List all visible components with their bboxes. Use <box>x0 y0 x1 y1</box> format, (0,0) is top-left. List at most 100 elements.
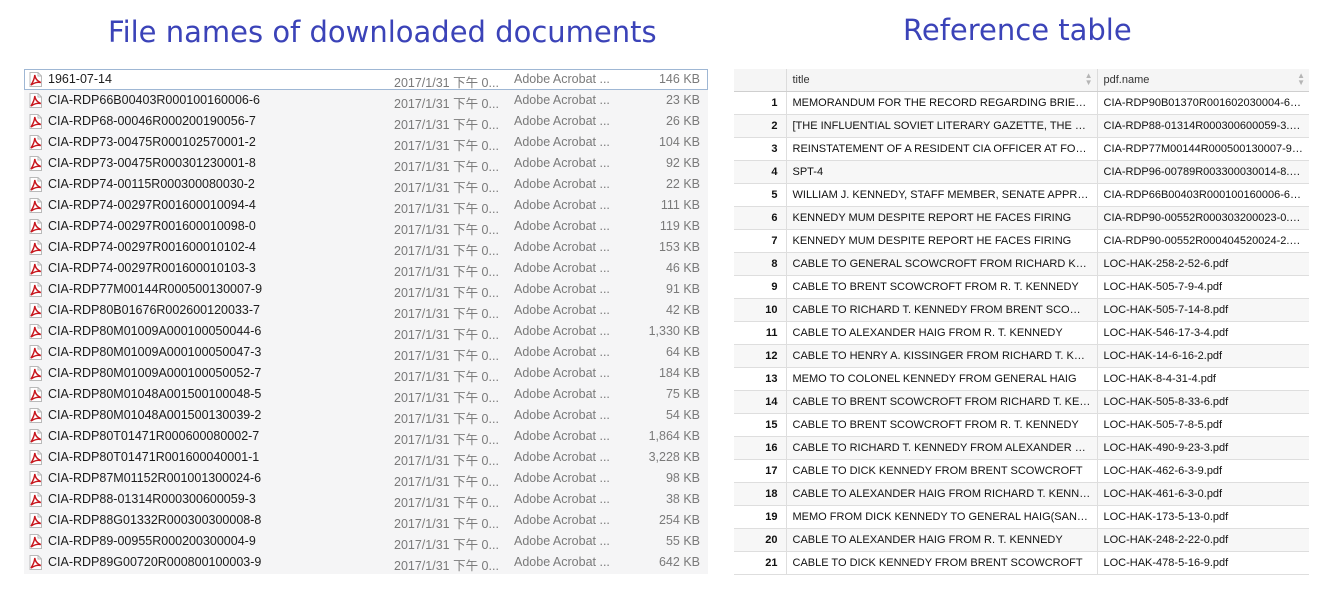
file-type: Adobe Acrobat ... <box>514 219 610 233</box>
row-number: 17 <box>734 459 786 483</box>
file-date: 2017/1/31 下午 0... <box>394 286 499 300</box>
sort-icon[interactable]: ▲ ▼ <box>1297 72 1305 87</box>
file-list-item[interactable]: CIA-RDP87M01152R001001300024-6 2017/1/31 … <box>24 468 708 489</box>
file-size: 38 KB <box>665 492 700 506</box>
file-date: 2017/1/31 下午 0... <box>394 559 499 573</box>
row-number: 5 <box>734 183 786 207</box>
file-list-item[interactable]: CIA-RDP80M01009A000100050047-3 2017/1/31 … <box>24 342 708 363</box>
file-name: CIA-RDP80T01471R001600040001-1 <box>48 450 260 464</box>
file-list-item[interactable]: CIA-RDP66B00403R000100160006-6 2017/1/31 … <box>24 90 708 111</box>
file-type: Adobe Acrobat ... <box>514 303 610 317</box>
file-name: CIA-RDP80T01471R000600080002-7 <box>48 429 260 443</box>
pdf-name-column-header[interactable]: pdf.name ▲ ▼ <box>1096 69 1309 92</box>
file-list-item[interactable]: CIA-RDP80T01471R000600080002-7 2017/1/31 … <box>24 426 708 447</box>
file-list-item[interactable]: CIA-RDP74-00297R001600010103-3 2017/1/31 … <box>24 258 708 279</box>
pdf-file-icon <box>29 450 42 465</box>
file-list-item[interactable]: CIA-RDP73-00475R000301230001-8 2017/1/31 … <box>24 153 708 174</box>
file-name: CIA-RDP89-00955R000200300004-9 <box>48 534 256 548</box>
file-list-item[interactable]: CIA-RDP88G01332R000300300008-8 2017/1/31 … <box>24 510 708 531</box>
pdf-file-icon <box>29 198 42 213</box>
pdf-name-cell: LOC-HAK-546-17-3-4.pdf <box>1096 321 1309 345</box>
table-row: 9 CABLE TO BRENT SCOWCROFT FROM R. T. KEN… <box>734 275 1309 299</box>
title-cell: CABLE TO DICK KENNEDY FROM BRENT SCOWCRO… <box>785 551 1097 575</box>
row-number: 16 <box>734 436 786 460</box>
file-name: CIA-RDP74-00115R000300080030-2 <box>48 177 255 191</box>
pdf-name-cell: LOC-HAK-248-2-22-0.pdf <box>1096 528 1309 552</box>
sort-icon[interactable]: ▲ ▼ <box>1085 72 1093 87</box>
file-type: Adobe Acrobat ... <box>514 135 610 149</box>
file-list-item[interactable]: CIA-RDP68-00046R000200190056-7 2017/1/31 … <box>24 111 708 132</box>
file-name: CIA-RDP80B01676R002600120033-7 <box>48 303 260 317</box>
file-list-item[interactable]: CIA-RDP89-00955R000200300004-9 2017/1/31 … <box>24 531 708 552</box>
row-number: 3 <box>734 137 786 161</box>
file-size: 119 KB <box>659 219 700 233</box>
file-type: Adobe Acrobat ... <box>514 114 610 128</box>
file-list-item[interactable]: CIA-RDP74-00297R001600010102-4 2017/1/31 … <box>24 237 708 258</box>
table-row: 2 [THE INFLUENTIAL SOVIET LITERARY GAZETT… <box>734 114 1309 138</box>
table-row: 16 CABLE TO RICHARD T. KENNEDY FROM ALEXA… <box>734 436 1309 460</box>
row-number: 2 <box>734 114 786 138</box>
pdf-file-icon <box>29 534 42 549</box>
file-date: 2017/1/31 下午 0... <box>394 160 499 174</box>
file-list-item[interactable]: CIA-RDP80M01009A000100050052-7 2017/1/31 … <box>24 363 708 384</box>
reference-table-heading: Reference table <box>903 13 1132 47</box>
file-list-item[interactable]: CIA-RDP88-01314R000300600059-3 2017/1/31 … <box>24 489 708 510</box>
file-list-item[interactable]: CIA-RDP80M01048A001500130039-2 2017/1/31 … <box>24 405 708 426</box>
pdf-file-icon <box>29 492 42 507</box>
title-cell: MEMO FROM DICK KENNEDY TO GENERAL HAIG(S… <box>785 505 1097 529</box>
file-type: Adobe Acrobat ... <box>514 471 610 485</box>
row-number-header <box>734 69 786 92</box>
table-row: 17 CABLE TO DICK KENNEDY FROM BRENT SCOWC… <box>734 459 1309 483</box>
file-name: CIA-RDP80M01009A000100050052-7 <box>48 366 262 380</box>
file-size: 23 KB <box>665 93 700 107</box>
title-cell: MEMORANDUM FOR THE RECORD REGARDING BRIE… <box>785 91 1097 115</box>
title-header-label: title <box>792 74 810 86</box>
file-list-item[interactable]: CIA-RDP89G00720R000800100003-9 2017/1/31 … <box>24 552 708 573</box>
file-size: 184 KB <box>658 366 700 380</box>
file-list-item[interactable]: CIA-RDP80B01676R002600120033-7 2017/1/31 … <box>24 300 708 321</box>
pdf-name-cell: LOC-HAK-505-7-9-4.pdf <box>1096 275 1309 299</box>
file-list-item[interactable]: CIA-RDP74-00297R001600010098-0 2017/1/31 … <box>24 216 708 237</box>
file-list-item[interactable]: CIA-RDP80T01471R001600040001-1 2017/1/31 … <box>24 447 708 468</box>
row-number: 12 <box>734 344 786 368</box>
file-type: Adobe Acrobat ... <box>514 324 610 338</box>
table-header-row: title ▲ ▼ pdf.name ▲ ▼ <box>734 69 1309 92</box>
file-size: 642 KB <box>658 555 700 569</box>
title-column-header[interactable]: title ▲ ▼ <box>785 69 1097 92</box>
table-row: 5 WILLIAM J. KENNEDY, STAFF MEMBER, SENAT… <box>734 183 1309 207</box>
file-date: 2017/1/31 下午 0... <box>394 412 499 426</box>
table-row: 21 CABLE TO DICK KENNEDY FROM BRENT SCOWC… <box>734 551 1309 575</box>
pdf-file-icon <box>29 387 42 402</box>
title-cell: WILLIAM J. KENNEDY, STAFF MEMBER, SENATE… <box>785 183 1097 207</box>
title-cell: KENNEDY MUM DESPITE REPORT HE FACES FIRI… <box>785 206 1097 230</box>
row-number: 13 <box>734 367 786 391</box>
file-name: CIA-RDP80M01048A001500130039-2 <box>48 408 262 422</box>
file-list-item[interactable]: CIA-RDP74-00115R000300080030-2 2017/1/31 … <box>24 174 708 195</box>
table-row: 18 CABLE TO ALEXANDER HAIG FROM RICHARD T… <box>734 482 1309 506</box>
pdf-file-icon <box>29 471 42 486</box>
file-list-item[interactable]: CIA-RDP80M01048A001500100048-5 2017/1/31 … <box>24 384 708 405</box>
pdf-name-cell: LOC-HAK-14-6-16-2.pdf <box>1096 344 1309 368</box>
file-date: 2017/1/31 下午 0... <box>394 202 499 216</box>
file-size: 104 KB <box>658 135 700 149</box>
file-name: CIA-RDP74-00297R001600010098-0 <box>48 219 256 233</box>
pdf-file-icon <box>29 555 42 570</box>
file-list-item[interactable]: CIA-RDP73-00475R000102570001-2 2017/1/31 … <box>24 132 708 153</box>
file-list-item[interactable]: CIA-RDP77M00144R000500130007-9 2017/1/31 … <box>24 279 708 300</box>
file-size: 153 KB <box>658 240 700 254</box>
title-cell: CABLE TO DICK KENNEDY FROM BRENT SCOWCRO… <box>785 459 1097 483</box>
file-type: Adobe Acrobat ... <box>514 387 610 401</box>
file-type: Adobe Acrobat ... <box>514 513 610 527</box>
file-list-item[interactable]: 1961-07-14 2017/1/31 下午 0... Adobe Acrobat… <box>24 69 708 90</box>
file-date: 2017/1/31 下午 0... <box>394 370 499 384</box>
file-type: Adobe Acrobat ... <box>514 534 610 548</box>
pdf-name-cell: CIA-RDP66B00403R000100160006-6.pdf <box>1096 183 1309 207</box>
file-date: 2017/1/31 下午 0... <box>394 496 499 510</box>
reference-table: title ▲ ▼ pdf.name ▲ ▼ 1 MEMORANDUM FOR THE R… <box>734 69 1309 575</box>
file-list-item[interactable]: CIA-RDP80M01009A000100050044-6 2017/1/31 … <box>24 321 708 342</box>
pdf-file-icon <box>29 135 42 150</box>
file-list-item[interactable]: CIA-RDP74-00297R001600010094-4 2017/1/31 … <box>24 195 708 216</box>
pdf-file-icon <box>29 345 42 360</box>
pdf-name-header-label: pdf.name <box>1103 74 1150 86</box>
file-name: CIA-RDP73-00475R000301230001-8 <box>48 156 256 170</box>
